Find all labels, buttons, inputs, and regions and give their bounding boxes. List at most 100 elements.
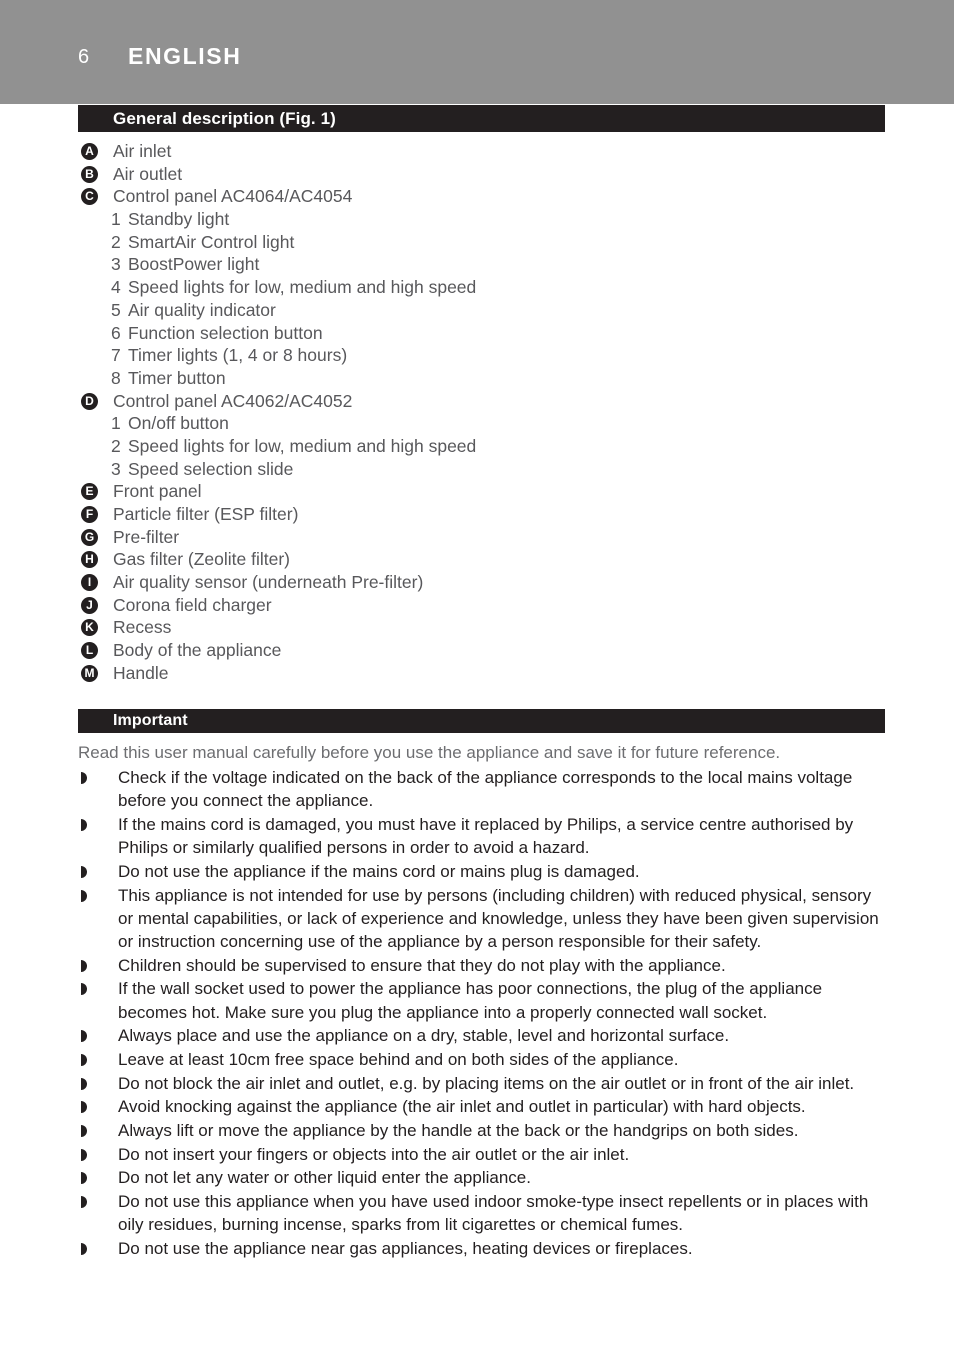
general-sublist-item-label: Timer lights (1, 4 or 8 hours)	[128, 345, 348, 366]
general-sublist-item-label: Function selection button	[128, 322, 323, 343]
general-list-item: K Recess	[78, 617, 888, 640]
general-list-item: H Gas filter (Zeolite filter)	[78, 549, 888, 572]
general-sublist-item-label: Standby light	[128, 209, 230, 230]
half-disc-bullet-icon	[81, 1243, 87, 1256]
circled-letter-badge-icon: J	[81, 596, 98, 614]
general-sublist-item-label: Speed lights for low, medium and high sp…	[128, 435, 477, 456]
half-disc-bullet-icon	[81, 983, 87, 996]
general-sublist-item-label: On/off button	[128, 413, 229, 434]
general-list-item-label: Air outlet	[113, 163, 183, 184]
general-sublist-item: 1 Standby light	[78, 209, 888, 232]
important-bullet-item: Always place and use the appliance on a …	[78, 1024, 888, 1047]
general-sublist-item-number: 1	[111, 209, 121, 230]
general-sublist-item-number: 5	[111, 299, 121, 320]
half-disc-bullet-icon	[81, 959, 87, 972]
circled-letter-badge-icon: A	[81, 143, 98, 160]
section-bar-important: Important	[78, 709, 885, 733]
general-list-item: B Air outlet	[78, 164, 888, 187]
general-list-item-label: Body of the appliance	[113, 640, 282, 661]
half-disc-bullet-icon	[81, 1196, 87, 1209]
half-disc-bullet-icon	[81, 1101, 87, 1114]
general-sublist-item: 3 Speed selection slide	[78, 459, 888, 482]
important-bullet-item: Do not use this appliance when you have …	[78, 1190, 888, 1236]
circled-letter-badge-icon: H	[81, 551, 98, 569]
general-list-item-label: Front panel	[113, 481, 202, 502]
general-sublist-item: 5 Air quality indicator	[78, 300, 888, 323]
section-bar-general-description-label: General description (Fig. 1)	[113, 109, 336, 128]
page-chapter-title: ENGLISH	[128, 43, 242, 69]
important-bullet-item: Avoid knocking against the appliance (th…	[78, 1095, 888, 1118]
general-sublist-item-label: Speed selection slide	[128, 458, 294, 479]
general-sublist-item: 2 Speed lights for low, medium and high s…	[78, 436, 888, 459]
circled-letter-badge-icon: M	[81, 664, 98, 682]
important-bullet-text: Check if the voltage indicated on the ba…	[118, 768, 853, 811]
half-disc-bullet-icon	[81, 1172, 87, 1185]
important-bullet-text: Children should be supervised to ensure …	[118, 955, 726, 975]
general-sublist-item-label: Air quality indicator	[128, 299, 276, 320]
important-bullet-item: Do not use the appliance if the mains co…	[78, 860, 888, 883]
important-bullet-item: Do not let any water or other liquid ent…	[78, 1166, 888, 1189]
important-bullet-text: Leave at least 10cm free space behind an…	[118, 1049, 679, 1069]
general-sublist-item-label: BoostPower light	[128, 254, 260, 275]
general-sublist-item: 1 On/off button	[78, 413, 888, 436]
general-sublist-item-number: 4	[111, 277, 121, 298]
general-list-item: G Pre-filter	[78, 527, 888, 550]
important-intro-text: Read this user manual carefully before y…	[78, 743, 781, 762]
half-disc-bullet-icon	[81, 818, 87, 831]
important-bullet-text: Do not insert your fingers or objects in…	[118, 1144, 630, 1164]
circled-letter-badge-icon: K	[81, 619, 98, 637]
important-bullet-item: Leave at least 10cm free space behind an…	[78, 1048, 888, 1071]
important-bullet-text: This appliance is not intended for use b…	[118, 885, 879, 951]
general-sublist-item: 7 Timer lights (1, 4 or 8 hours)	[78, 345, 888, 368]
general-sublist-item: 8 Timer button	[78, 368, 888, 391]
general-list-item-label: Pre-filter	[113, 526, 180, 547]
important-bullet-text: Do not use this appliance when you have …	[118, 1192, 869, 1235]
general-sublist-item: 2 SmartAir Control light	[78, 232, 888, 255]
important-bullet-item: If the wall socket used to power the app…	[78, 977, 888, 1023]
half-disc-bullet-icon	[81, 1148, 87, 1161]
general-list-item-label: Particle filter (ESP filter)	[113, 504, 299, 524]
general-list-item: D Control panel AC4062/AC4052	[78, 391, 888, 414]
general-list-item-label: Air quality sensor (underneath Pre-filte…	[113, 572, 424, 593]
circled-letter-badge-icon: C	[81, 188, 98, 206]
important-bullet-item: Do not block the air inlet and outlet, e…	[78, 1072, 888, 1095]
half-disc-bullet-icon	[81, 1030, 87, 1043]
half-disc-bullet-icon	[81, 1125, 87, 1138]
important-bullet-item: Do not use the appliance near gas applia…	[78, 1237, 888, 1260]
general-list-item: E Front panel	[78, 481, 888, 504]
important-bullet-text: If the wall socket used to power the app…	[118, 979, 823, 1022]
general-list-item: M Handle	[78, 663, 888, 686]
important-bullet-text: If the mains cord is damaged, you must h…	[118, 814, 854, 858]
general-sublist-item-number: 3	[111, 458, 121, 479]
important-section-body: Read this user manual carefully before y…	[78, 742, 888, 1261]
general-list-item-label: Control panel AC4062/AC4052	[113, 390, 353, 411]
circled-letter-badge-icon: L	[81, 642, 98, 660]
general-list-item-label: Gas filter (Zeolite filter)	[113, 549, 290, 570]
half-disc-bullet-icon	[81, 1053, 87, 1066]
important-bullet-item: Check if the voltage indicated on the ba…	[78, 766, 888, 812]
half-disc-bullet-icon	[81, 889, 87, 902]
important-bullet-text: Do not use the appliance if the mains co…	[118, 861, 640, 881]
general-list-item-label: Handle	[113, 662, 169, 683]
circled-letter-badge-icon: B	[81, 165, 98, 183]
general-sublist-item: 6 Function selection button	[78, 323, 888, 346]
general-list-item: I Air quality sensor (underneath Pre-filt…	[78, 572, 888, 595]
circled-letter-badge-icon: G	[81, 528, 98, 546]
half-disc-bullet-icon	[81, 865, 87, 878]
important-bullet-item: Do not insert your fingers or objects in…	[78, 1143, 888, 1166]
general-list-item-label: Recess	[113, 617, 172, 638]
important-bullet-list: Check if the voltage indicated on the ba…	[78, 766, 888, 1260]
general-sublist-item: 4 Speed lights for low, medium and high s…	[78, 277, 888, 300]
general-sublist-item-number: 1	[111, 413, 121, 434]
general-sublist-item-label: SmartAir Control light	[128, 231, 295, 252]
general-list-item: L Body of the appliance	[78, 640, 888, 663]
general-description-list: A Air inlet B Air outlet C Control panel AC40…	[78, 141, 888, 686]
general-list-item-label: Corona field charger	[113, 594, 272, 615]
circled-letter-badge-icon: E	[81, 483, 98, 501]
important-bullet-text: Always place and use the appliance on a …	[118, 1026, 730, 1046]
important-bullet-item: This appliance is not intended for use b…	[78, 884, 888, 954]
important-bullet-text: Do not let any water or other liquid ent…	[118, 1168, 531, 1188]
general-list-item: A Air inlet	[78, 141, 888, 164]
general-sublist-item-number: 8	[111, 367, 121, 388]
important-bullet-text: Do not block the air inlet and outlet, e…	[118, 1073, 855, 1093]
